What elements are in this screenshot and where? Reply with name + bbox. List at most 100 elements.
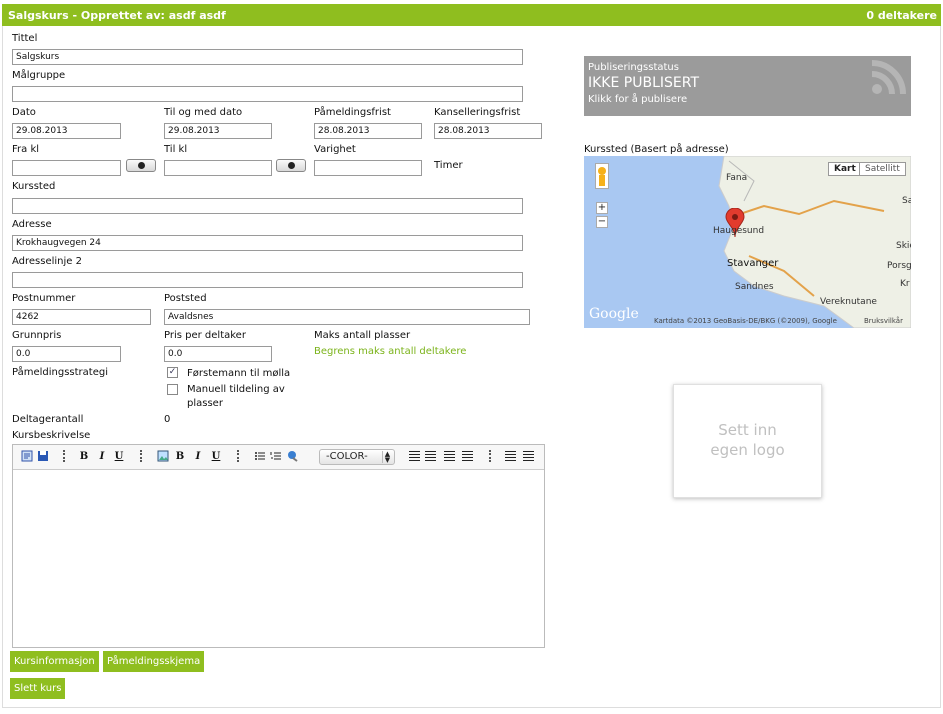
map-place-label: Kr — [900, 279, 910, 289]
address-input[interactable]: Krokhaugvegen 24 — [12, 235, 523, 251]
duration-label: Varighet — [314, 144, 356, 155]
to-time-picker-button[interactable] — [276, 159, 306, 172]
pegman-icon[interactable] — [595, 163, 609, 189]
city-input[interactable]: Avaldsnes — [164, 309, 530, 325]
cancel-deadline-input[interactable]: 28.08.2013 — [434, 123, 542, 139]
publish-status-label: Publiseringsstatus — [588, 62, 679, 73]
limit-participants-link[interactable]: Begrens maks antall deltakere — [314, 346, 466, 357]
manual-assignment-option-label-cont: plasser — [187, 398, 223, 409]
publish-status-value: IKKE PUBLISERT — [588, 75, 700, 91]
bold-button-2[interactable]: B — [175, 450, 185, 464]
editor-toolbar: B I U B I U -COLOR- ▲ ▼ — [13, 445, 544, 470]
from-time-input[interactable] — [12, 160, 121, 176]
map-place-label: Haugesund — [713, 226, 765, 236]
duration-unit: Timer — [434, 160, 463, 171]
new-document-icon[interactable] — [21, 450, 33, 462]
align-right-icon[interactable] — [444, 451, 455, 461]
map-place-label: Vereknutane — [820, 297, 877, 307]
map-view-button[interactable]: Kart — [828, 162, 862, 176]
base-price-label: Grunnpris — [12, 330, 62, 341]
venue-input[interactable] — [12, 198, 523, 214]
link-icon[interactable] — [287, 450, 299, 462]
header-bar: Salgskurs - Opprettet av: asdf asdf 0 de… — [2, 4, 941, 26]
indent-icon[interactable] — [505, 451, 516, 461]
participant-count-value: 0 — [164, 414, 171, 425]
clock-icon — [287, 162, 295, 169]
align-justify-icon[interactable] — [462, 451, 473, 461]
manual-assignment-option-label: Manuell tildeling av — [187, 384, 285, 395]
course-info-button[interactable]: Kursinformasjon — [10, 651, 99, 672]
date-input[interactable]: 29.08.2013 — [12, 123, 121, 139]
to-date-label: Til og med dato — [164, 107, 243, 118]
venue-label: Kurssted — [12, 181, 56, 192]
address-label: Adresse — [12, 219, 52, 230]
description-label: Kursbeskrivelse — [12, 430, 91, 441]
map-place-label: Fana — [726, 173, 748, 183]
google-logo: Google — [589, 306, 639, 322]
cancel-deadline-label: Kanselleringsfrist — [434, 107, 521, 118]
to-time-input[interactable] — [164, 160, 272, 176]
postcode-label: Postnummer — [12, 293, 76, 304]
map-place-label: Skie — [896, 241, 911, 251]
description-editor[interactable]: B I U B I U -COLOR- ▲ ▼ — [12, 444, 545, 648]
max-places-label: Maks antall plasser — [314, 330, 411, 341]
align-left-icon[interactable] — [409, 451, 420, 461]
toolbar-separator — [63, 450, 66, 462]
map-zoom-out-button[interactable]: − — [596, 216, 608, 228]
map-place-label: Sandnes — [735, 282, 774, 292]
italic-button[interactable]: I — [97, 450, 107, 464]
duration-input[interactable] — [314, 160, 422, 176]
venue-map[interactable]: + − Kart Satellitt Fana Haugesund Stavan… — [584, 156, 911, 328]
numbered-list-icon[interactable] — [270, 450, 282, 462]
map-zoom-in-button[interactable]: + — [596, 202, 608, 214]
publish-status-box[interactable]: Publiseringsstatus IKKE PUBLISERT Klikk … — [584, 56, 911, 116]
color-select[interactable]: -COLOR- ▲ ▼ — [319, 449, 395, 465]
underline-button-2[interactable]: U — [211, 450, 221, 464]
satellite-view-button[interactable]: Satellitt — [859, 162, 906, 176]
to-time-label: Til kl — [164, 144, 188, 155]
align-center-icon[interactable] — [425, 451, 436, 461]
map-place-label: Porsgr — [887, 261, 911, 271]
from-time-picker-button[interactable] — [126, 159, 156, 172]
map-terms-link[interactable]: Bruksvilkår — [864, 317, 903, 325]
insert-logo-box[interactable]: Sett inn egen logo — [673, 384, 822, 498]
italic-button-2[interactable]: I — [193, 450, 203, 464]
underline-button[interactable]: U — [114, 450, 124, 464]
city-label: Poststed — [164, 293, 207, 304]
select-arrows-icon: ▲ ▼ — [382, 451, 392, 464]
bold-button[interactable]: B — [79, 450, 89, 464]
title-input[interactable]: Salgskurs — [12, 49, 523, 65]
course-header-title: Salgskurs - Opprettet av: asdf asdf — [8, 9, 226, 22]
save-icon[interactable] — [37, 450, 49, 462]
toolbar-separator — [140, 450, 143, 462]
first-come-checkbox[interactable]: ✓ — [167, 367, 178, 378]
first-come-option-label: Førstemann til mølla — [187, 368, 291, 379]
signup-deadline-input[interactable]: 28.08.2013 — [314, 123, 422, 139]
from-time-label: Fra kl — [12, 144, 40, 155]
manual-assignment-checkbox[interactable] — [167, 384, 178, 395]
map-place-label: Stavanger — [727, 258, 779, 269]
signup-form-button[interactable]: Påmeldingsskjema — [103, 651, 205, 672]
address2-input[interactable] — [12, 272, 523, 288]
target-label: Målgruppe — [12, 70, 66, 81]
color-select-value: -COLOR- — [326, 451, 368, 462]
participant-count-label: Deltagerantall — [12, 414, 84, 425]
bullet-list-icon[interactable] — [254, 450, 266, 462]
toolbar-separator — [489, 450, 492, 462]
insert-logo-text-2: egen logo — [710, 441, 785, 459]
outdent-icon[interactable] — [523, 451, 534, 461]
map-attribution: Kartdata ©2013 GeoBasis-DE/BKG (©2009), … — [654, 317, 837, 325]
clock-icon — [137, 162, 145, 169]
image-icon[interactable] — [157, 450, 169, 462]
signup-deadline-label: Påmeldingsfrist — [314, 107, 391, 118]
postcode-input[interactable]: 4262 — [12, 309, 151, 325]
map-title: Kurssted (Basert på adresse) — [584, 144, 729, 155]
delete-course-button[interactable]: Slett kurs — [10, 678, 66, 699]
price-per-participant-label: Pris per deltaker — [164, 330, 246, 341]
price-per-participant-input[interactable]: 0.0 — [164, 346, 272, 362]
rss-icon — [871, 60, 906, 95]
insert-logo-text: Sett inn — [718, 421, 777, 439]
target-input[interactable] — [12, 86, 523, 102]
to-date-input[interactable]: 29.08.2013 — [164, 123, 272, 139]
base-price-input[interactable]: 0.0 — [12, 346, 121, 362]
